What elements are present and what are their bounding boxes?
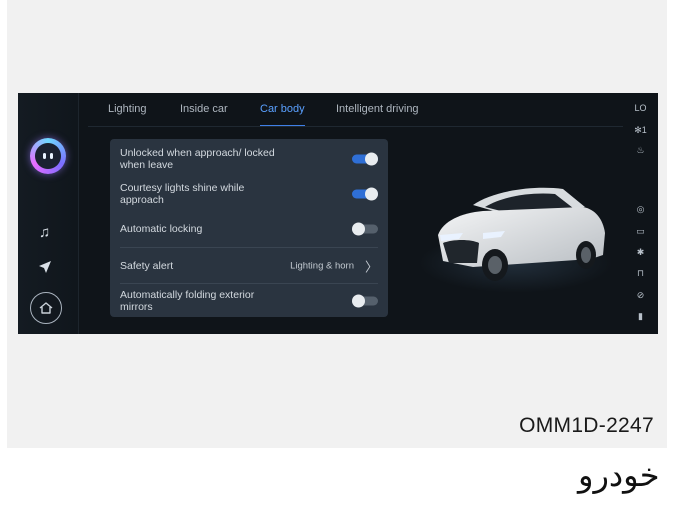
- watermark-text: خودرو: [578, 456, 660, 494]
- battery-icon[interactable]: ▭: [623, 226, 658, 237]
- setting-row-safety-alert[interactable]: Safety alert Lighting & horn 〉: [110, 248, 388, 283]
- navigation-icon[interactable]: [38, 260, 52, 274]
- tab-divider: [88, 126, 623, 127]
- assistant-eye-left: [43, 153, 46, 159]
- approach-unlock-toggle[interactable]: [352, 152, 378, 165]
- usb-icon[interactable]: ⊓: [623, 268, 658, 279]
- infotainment-screen: ♫ Lighting Inside car Car body Intellige…: [18, 93, 658, 334]
- temperature-lo[interactable]: LO: [623, 103, 658, 113]
- setting-label: Courtesy lights shine while approach: [120, 181, 245, 206]
- fan-speed[interactable]: ✻1: [623, 125, 658, 136]
- setting-label: Automatic locking: [120, 222, 203, 235]
- chevron-right-icon[interactable]: 〉: [365, 256, 378, 275]
- tab-car-body[interactable]: Car body: [260, 103, 305, 127]
- setting-label: Unlocked when approach/ locked when leav…: [120, 146, 275, 171]
- music-icon[interactable]: ♫: [39, 224, 50, 241]
- courtesy-lights-toggle[interactable]: [352, 187, 378, 200]
- right-rail: LO ✻1 ♨ ◎ ▭ ✱ ⊓ ⊘ ▮: [623, 93, 658, 334]
- toggle-knob: [365, 152, 378, 165]
- home-icon: [39, 302, 53, 314]
- car-image: [438, 187, 605, 281]
- setting-row-courtesy-lights: Courtesy lights shine while approach: [110, 176, 388, 211]
- bluetooth-icon[interactable]: ✱: [623, 247, 658, 258]
- tab-lighting[interactable]: Lighting: [108, 103, 147, 115]
- assistant-eye-right: [50, 153, 53, 159]
- folding-mirrors-toggle[interactable]: [352, 294, 378, 307]
- toggle-knob: [352, 222, 365, 235]
- tab-inside-car[interactable]: Inside car: [180, 103, 228, 115]
- fan-speed-value: 1: [641, 125, 647, 135]
- voice-assistant-icon[interactable]: [30, 138, 66, 174]
- setting-row-automatic-locking: Automatic locking: [110, 211, 388, 246]
- mute-icon[interactable]: ⊘: [623, 290, 658, 301]
- setting-label: Safety alert: [120, 259, 174, 272]
- setting-label: Automatically folding exterior mirrors: [120, 288, 255, 313]
- phone-battery-icon[interactable]: ▮: [623, 311, 658, 322]
- link-icon[interactable]: ◎: [623, 204, 658, 215]
- automatic-locking-toggle[interactable]: [352, 222, 378, 235]
- toggle-knob: [365, 187, 378, 200]
- seat-heat-icon[interactable]: ♨: [623, 145, 658, 156]
- toggle-knob: [352, 294, 365, 307]
- settings-panel: Unlocked when approach/ locked when leav…: [110, 139, 388, 317]
- home-button[interactable]: [30, 292, 62, 324]
- safety-alert-value: Lighting & horn: [290, 260, 354, 271]
- car-illustration: [413, 163, 618, 313]
- setting-row-approach-unlock: Unlocked when approach/ locked when leav…: [110, 141, 388, 176]
- left-rail: ♫: [18, 93, 79, 334]
- tab-intelligent-driving[interactable]: Intelligent driving: [336, 103, 419, 115]
- setting-row-folding-mirrors: Automatically folding exterior mirrors: [110, 283, 388, 318]
- figure-code: OMM1D-2247: [519, 414, 654, 437]
